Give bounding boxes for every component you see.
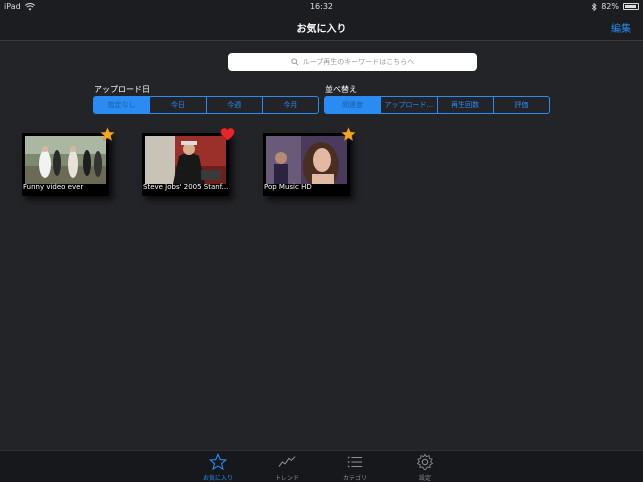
upload-option-this-month[interactable]: 今月 <box>263 97 318 113</box>
nav-bar: お気に入り 編集 <box>0 14 643 41</box>
sort-option-relevance[interactable]: 関連度 <box>325 97 382 113</box>
video-title: Pop Music HD <box>264 183 312 191</box>
favorite-video-card[interactable]: Steve Jobs' 2005 Stanf... <box>142 127 235 196</box>
favorite-video-card[interactable]: Funny video ever <box>22 127 115 196</box>
upload-date-label: アップロード日 <box>94 85 150 94</box>
upload-date-segmented-control: 指定なし 今日 今週 今月 <box>93 96 319 114</box>
sort-option-upload-date[interactable]: アップロード... <box>381 97 438 113</box>
video-title: Funny video ever <box>23 183 84 191</box>
upload-option-none[interactable]: 指定なし <box>94 97 151 113</box>
status-time: 16:32 <box>309 2 334 11</box>
tab-label: 設定 <box>418 475 431 482</box>
search-icon <box>291 58 299 66</box>
upload-option-today[interactable]: 今日 <box>150 97 207 113</box>
battery-percent: 82% <box>601 2 619 11</box>
status-bar: iPad 16:32 82% <box>0 0 643 14</box>
star-icon <box>100 127 115 141</box>
list-icon <box>347 456 363 468</box>
upload-option-this-week[interactable]: 今週 <box>207 97 263 113</box>
sort-segmented-control: 関連度 アップロード... 再生回数 評価 <box>324 96 550 114</box>
tab-favorites[interactable]: お気に入り <box>193 453 243 482</box>
favorite-video-card[interactable]: Pop Music HD <box>263 127 356 196</box>
sort-label: 並べ替え <box>325 85 357 94</box>
sort-option-view-count[interactable]: 再生回数 <box>438 97 494 113</box>
tab-bar: お気に入り トレンド カテゴリ 設定 <box>0 450 643 482</box>
bluetooth-icon <box>591 2 597 11</box>
video-thumbnail <box>25 136 106 184</box>
video-thumbnail <box>266 136 347 184</box>
heart-icon <box>220 127 235 141</box>
tab-label: お気に入り <box>202 475 233 482</box>
tab-trend[interactable]: トレンド <box>262 453 312 482</box>
sort-option-rating[interactable]: 評価 <box>494 97 549 113</box>
battery-icon <box>623 3 639 10</box>
edit-button[interactable]: 編集 <box>611 20 631 35</box>
video-thumbnail <box>145 136 226 184</box>
gear-icon <box>416 453 434 470</box>
page-title: お気に入り <box>296 24 347 35</box>
video-title: Steve Jobs' 2005 Stanf... <box>143 183 229 191</box>
search-placeholder: ループ再生のキーワードはこちらへ <box>302 58 415 66</box>
star-icon <box>209 453 227 471</box>
search-input[interactable]: ループ再生のキーワードはこちらへ <box>228 53 477 71</box>
trend-icon <box>278 456 296 467</box>
tab-label: カテゴリ <box>342 475 367 482</box>
star-icon <box>341 127 356 141</box>
tab-category[interactable]: カテゴリ <box>330 453 380 482</box>
tab-settings[interactable]: 設定 <box>400 453 450 482</box>
tab-label: トレンド <box>274 475 299 482</box>
